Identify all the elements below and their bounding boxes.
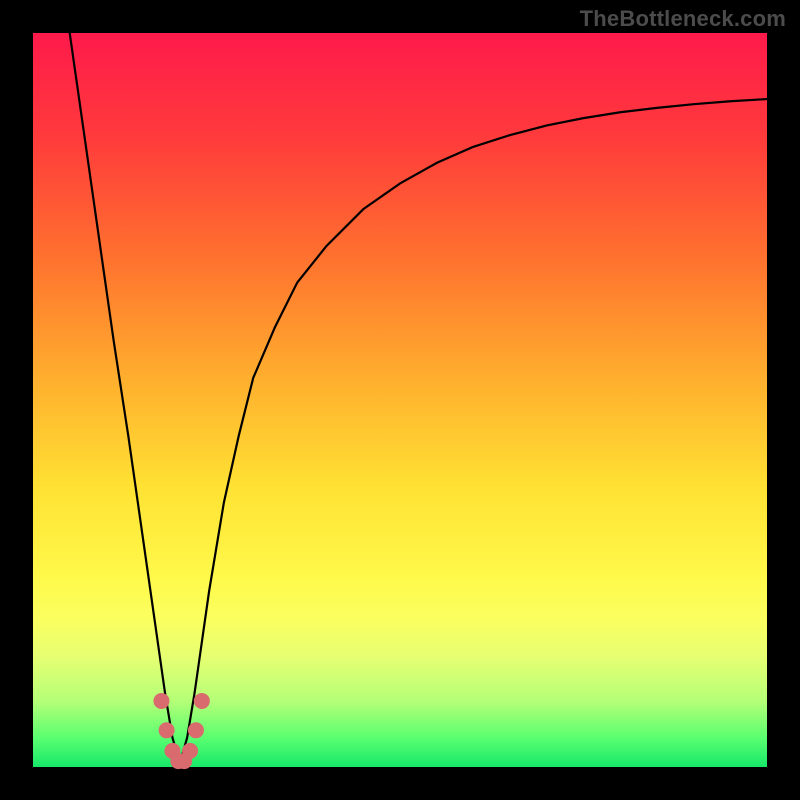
bottleneck-curve-chart bbox=[33, 33, 767, 767]
watermark-label: TheBottleneck.com bbox=[580, 6, 786, 32]
marker-dot bbox=[159, 722, 175, 738]
marker-dot bbox=[153, 693, 169, 709]
marker-cluster bbox=[153, 693, 209, 769]
outer-frame: TheBottleneck.com bbox=[0, 0, 800, 800]
marker-dot bbox=[194, 693, 210, 709]
marker-dot bbox=[182, 743, 198, 759]
curve-line bbox=[70, 33, 767, 763]
marker-dot bbox=[188, 722, 204, 738]
